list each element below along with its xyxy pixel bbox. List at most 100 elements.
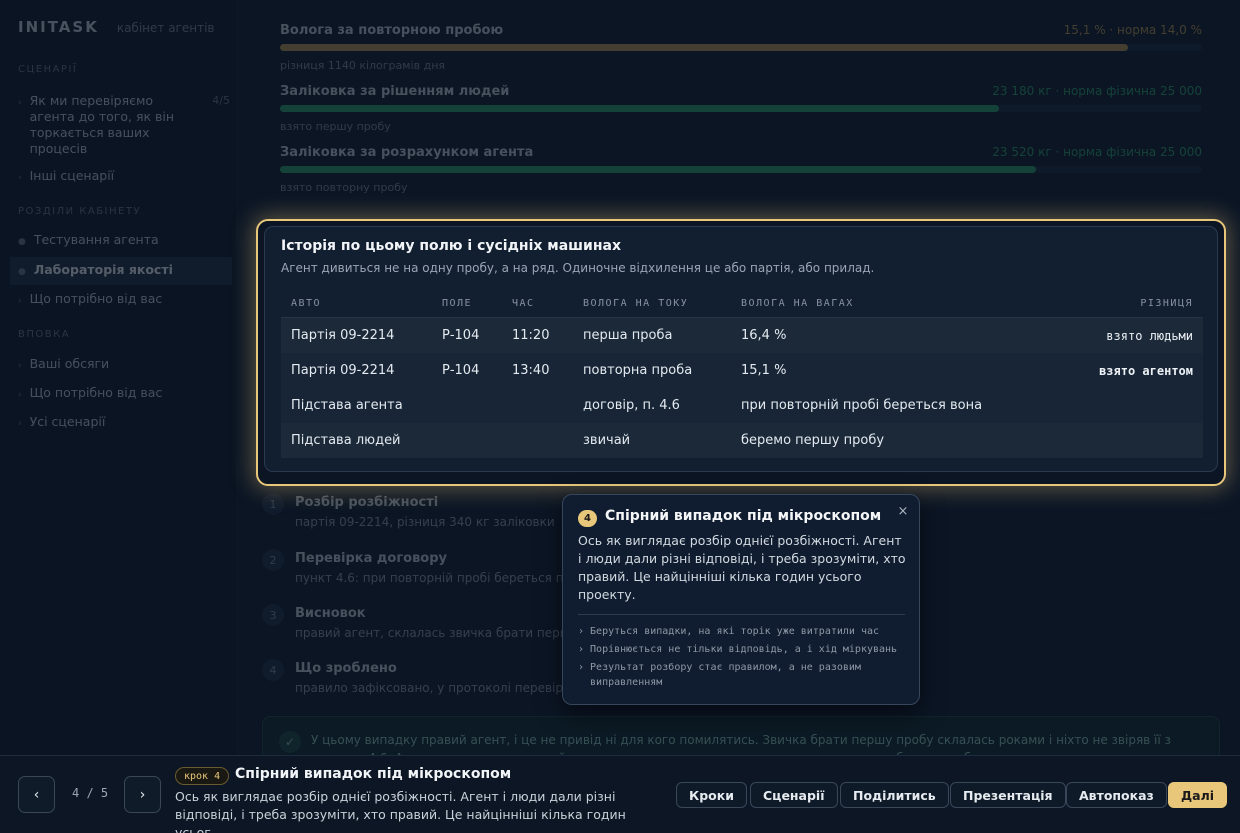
metric-value: 15,1 % · норма 14,0 %	[1063, 23, 1202, 37]
steps-button[interactable]: Кроки	[676, 782, 747, 808]
column-header: ЧАС	[512, 297, 535, 309]
step-title: Перевірка договору	[295, 551, 448, 566]
bullet-text: Результат розбору стає правилом, а не ра…	[590, 662, 861, 688]
share-button[interactable]: Поділитись	[840, 782, 949, 808]
card-subtitle: Агент дивиться не на одну пробу, а на ря…	[281, 261, 875, 275]
metric-row: Заліковка за розрахунком агента 23 520 к…	[280, 145, 1202, 194]
table-row: Підстава людей звичай беремо першу пробу	[281, 423, 1203, 458]
difference-tag: взято агентом	[1099, 363, 1193, 378]
metric-bar-fill	[280, 105, 1000, 112]
sidebar-section-cabinet: РОЗДІЛИ КАБІНЕТУ	[18, 206, 142, 217]
step-badge: крок 4	[175, 767, 230, 785]
sidebar-item-label: Лабораторія якості	[33, 262, 173, 277]
table-cell: договір, п. 4.6	[583, 398, 680, 413]
column-header: ВОЛОГА НА ТОКУ	[583, 297, 689, 309]
chevron-left-icon: ‹	[33, 786, 40, 803]
sidebar-item-label: Ваші обсяги	[29, 356, 110, 371]
sidebar-item-needs-2[interactable]: › Що потрібно від вас	[18, 385, 230, 403]
step-number: 1	[262, 493, 284, 515]
chevron-right-icon: ›	[18, 98, 22, 108]
list-item: › Результат розбору стає правилом, а не р…	[578, 660, 908, 690]
sidebar-section-scenarios: СЦЕНАРІЇ	[18, 64, 78, 75]
sidebar-item-label: Як ми перевіряємо агента до того, як він…	[29, 93, 175, 156]
close-icon[interactable]: ×	[895, 503, 911, 519]
sidebar-item-quality-lab[interactable]: ● Лабораторія якості	[10, 257, 232, 285]
table-cell: 15,1 %	[741, 363, 787, 378]
table-cell: Партія 09-2214	[291, 363, 395, 378]
sidebar-item-all-scenarios[interactable]: › Усі сценарії	[18, 414, 230, 432]
footer-description: Ось як виглядає розбір однієї розбіжност…	[175, 789, 626, 833]
metric-bar-track	[280, 166, 1202, 173]
history-table: АВТО ПОЛЕ ЧАС ВОЛОГА НА ТОКУ ВОЛОГА НА В…	[281, 289, 1203, 458]
metric-note: взято повторну пробу	[280, 181, 408, 194]
table-cell: Р-104	[442, 363, 480, 378]
sidebar-item-other-scenarios[interactable]: › Інші сценарії	[18, 168, 230, 186]
divider	[578, 614, 905, 615]
table-cell: Р-104	[442, 328, 480, 343]
column-header: РІЗНИЦЯ	[1140, 297, 1193, 309]
footer-title: Спірний випадок під мікроскопом	[235, 766, 512, 782]
table-cell: Підстава людей	[291, 433, 401, 448]
popover-bullets: › Беруться випадки, на які торік уже витр…	[578, 624, 908, 693]
metric-bar-track	[280, 105, 1202, 112]
table-cell: при повторній пробі береться вона	[741, 398, 983, 413]
metric-bar-track	[280, 44, 1202, 51]
bullet-text: Беруться випадки, на які торік уже витра…	[590, 626, 880, 637]
chevron-right-icon: ›	[18, 173, 22, 183]
sidebar-item-label: Що потрібно від вас	[29, 291, 163, 306]
step-title: Що зроблено	[295, 661, 397, 676]
difference-tag: взято людьми	[1106, 328, 1193, 343]
autoplay-button[interactable]: Автопоказ	[1066, 782, 1167, 808]
presentation-button[interactable]: Презентація	[950, 782, 1066, 808]
chevron-right-icon: ›	[18, 296, 22, 306]
sidebar-section-other: ВПОВКА	[18, 329, 71, 340]
table-row: Партія 09-2214 Р-104 11:20 перша проба 1…	[281, 318, 1203, 353]
sidebar-item-needs[interactable]: › Що потрібно від вас	[18, 291, 230, 309]
metric-bar-fill	[280, 44, 1129, 51]
step-number: 3	[262, 604, 284, 626]
table-cell: Підстава агента	[291, 398, 403, 413]
next-arrow-button[interactable]: ›	[124, 776, 161, 813]
next-button[interactable]: Далі	[1168, 782, 1228, 808]
metric-note: різниця 1140 кілограмів дня	[280, 59, 446, 72]
metric-note: взято першу пробу	[280, 120, 391, 133]
step-desc: правило зафіксовано, у протоколі перевір…	[295, 681, 586, 695]
brand-logo[interactable]: INITASK	[18, 18, 99, 36]
chevron-right-icon: ›	[578, 644, 585, 655]
column-header: ВОЛОГА НА ВАГАХ	[741, 297, 854, 309]
step-number: 2	[262, 549, 284, 571]
card-title: Історія по цьому полю і сусідніх машинах	[281, 238, 622, 254]
metric-row: Волога за повторною пробою 15,1 % · норм…	[280, 23, 1202, 72]
history-card: Історія по цьому полю і сусідніх машинах…	[264, 226, 1218, 472]
metric-value: 23 520 кг · норма фізична 25 000	[992, 145, 1202, 159]
sidebar-item-volumes[interactable]: › Ваші обсяги	[18, 356, 230, 374]
popover-body: Ось як виглядає розбір однієї розбіжност…	[578, 533, 906, 602]
pager: 4 / 5	[72, 786, 109, 800]
dot-icon: ●	[18, 267, 26, 277]
chevron-right-icon: ›	[139, 786, 146, 803]
table-header: АВТО ПОЛЕ ЧАС ВОЛОГА НА ТОКУ ВОЛОГА НА В…	[281, 289, 1203, 318]
table-cell: повторна проба	[583, 363, 693, 378]
step-title: Розбір розбіжності	[295, 495, 439, 510]
brand-subtitle: кабінет агентів	[116, 21, 215, 35]
tour-popover: 4 Спірний випадок під мікроскопом × Ось …	[562, 494, 920, 705]
metric-value: 23 180 кг · норма фізична 25 000	[992, 84, 1202, 98]
conclusion-line: У цьому випадку правий агент, і це не пр…	[311, 733, 1171, 747]
step-number: 4	[262, 659, 284, 681]
sidebar-item-label: Тестування агента	[33, 232, 159, 247]
column-header: ПОЛЕ	[442, 297, 473, 309]
sidebar-item-label: Що потрібно від вас	[29, 385, 163, 400]
prev-button[interactable]: ‹	[18, 776, 55, 813]
sidebar-item-label: Інші сценарії	[29, 168, 115, 183]
step-badge: 4	[578, 510, 597, 527]
dot-icon: ●	[18, 237, 26, 247]
sidebar-item-scenario[interactable]: › Як ми перевіряємо агента до того, як в…	[18, 93, 230, 157]
table-cell: звичай	[583, 433, 631, 448]
metric-row: Заліковка за рішенням людей 23 180 кг · …	[280, 84, 1202, 133]
brand: INITASK кабінет агентів	[18, 18, 214, 36]
chevron-right-icon: ›	[578, 662, 585, 673]
scenarios-button[interactable]: Сценарії	[750, 782, 838, 808]
sidebar-item-testing[interactable]: ● Тестування агента	[18, 232, 230, 250]
popover-title: Спірний випадок під мікроскопом	[605, 508, 882, 524]
table-cell: 13:40	[512, 363, 550, 378]
